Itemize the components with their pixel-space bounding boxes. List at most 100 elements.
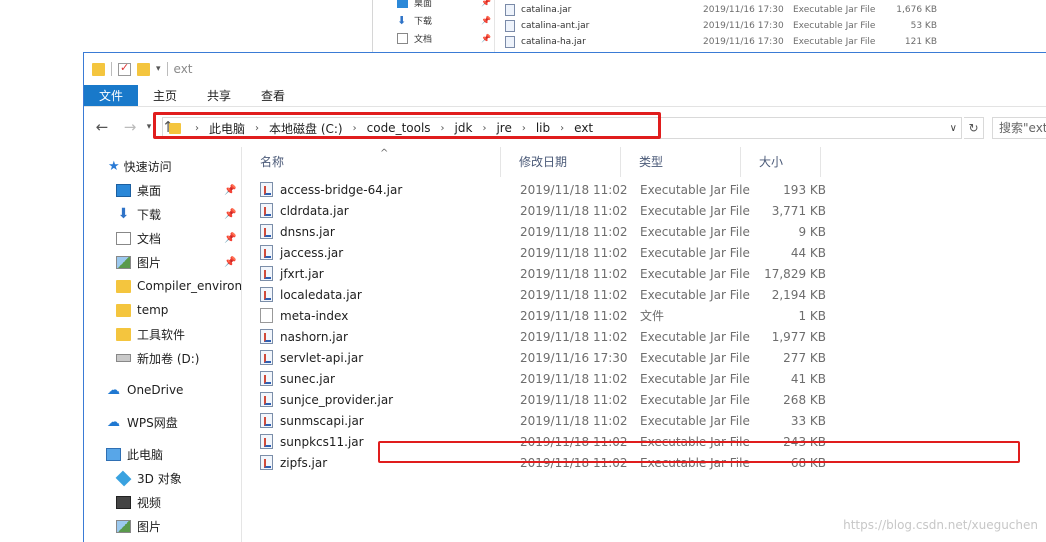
bg-nav-desktop[interactable]: 桌面 📌 [397,0,491,10]
bg-nav-download[interactable]: ⬇ 下载 📌 [397,12,491,28]
breadcrumb-code-tools[interactable]: code_tools [363,121,435,135]
table-row[interactable]: jfxrt.jar 2019/11/18 11:02 Executable Jar … [242,263,1042,284]
file-size: 193 KB [783,182,826,197]
new-folder-icon[interactable] [137,62,150,76]
breadcrumb-jre[interactable]: jre [492,121,515,135]
bg-nav-documents[interactable]: 文档 📌 [397,30,491,46]
table-row[interactable]: localedata.jar 2019/11/18 11:02 Executable… [242,284,1042,305]
explorer-window: ▾ ext 文件 主页 共享 查看 ← → ▾ ↑ › 此电脑 › 本地磁盘 (… [83,52,1046,542]
jar-file-icon [260,434,273,449]
bg-file-size: 1,676 KB [896,5,937,15]
table-row[interactable]: meta-index 2019/11/18 11:02 文件 1 KB [242,305,1042,326]
chevron-right-icon[interactable]: › [476,123,492,134]
document-icon [397,32,408,44]
table-row[interactable]: cldrdata.jar 2019/11/18 11:02 Executable J… [242,200,1042,221]
nav-label: 快速访问 [123,159,172,174]
tab-file[interactable]: 文件 [84,85,138,106]
nav-this-pc[interactable]: 此电脑 [106,443,163,465]
chevron-right-icon[interactable]: › [435,123,451,134]
chevron-right-icon[interactable]: › [516,123,532,134]
refresh-icon[interactable]: ↻ [964,117,984,139]
breadcrumb-this-pc[interactable]: 此电脑 [205,120,249,137]
table-row[interactable]: sunmscapi.jar 2019/11/18 11:02 Executable … [242,410,1042,431]
nav-pictures[interactable]: 图片 📌 [116,251,236,273]
customize-toolbar-icon[interactable]: ▾ [156,64,161,74]
nav-tools[interactable]: 工具软件 [116,323,185,345]
file-date: 2019/11/18 11:02 [520,371,628,386]
nav-pictures-pc[interactable]: 图片 [116,515,161,537]
bg-file-date: 2019/11/16 17:30 [703,5,784,15]
pin-icon: 📌 [224,184,237,196]
chevron-right-icon[interactable]: › [189,123,205,134]
jar-file-icon [260,245,273,260]
bg-nav-label: 文档 [414,34,433,45]
nav-quick-access[interactable]: ★ 快速访问 [108,155,172,177]
breadcrumb-jdk[interactable]: jdk [451,121,477,135]
file-name-cell: sunec.jar [260,371,335,386]
pin-icon: 📌 [481,15,491,25]
bg-file-row[interactable]: catalina-ant.jar 2019/11/16 17:30 Execut… [505,18,1045,34]
nav-label: OneDrive [127,383,184,397]
bg-file-name: catalina-ha.jar [521,37,586,47]
table-row[interactable]: jaccess.jar 2019/11/18 11:02 Executable Ja… [242,242,1042,263]
nav-downloads[interactable]: ⬇ 下载 📌 [116,203,237,225]
watermark: https://blog.csdn.net/xueguchen [843,518,1038,532]
column-date[interactable]: 修改日期 [501,147,621,177]
tab-share[interactable]: 共享 [192,85,246,106]
back-arrow-icon[interactable]: ← [88,118,116,136]
bg-file-date: 2019/11/16 17:30 [703,21,784,31]
chevron-right-icon[interactable]: › [554,123,570,134]
breadcrumb-local-disk[interactable]: 本地磁盘 (C:) [265,120,347,137]
breadcrumb-lib[interactable]: lib [532,121,554,135]
content-area: ★ 快速访问 桌面 📌 ⬇ 下载 📌 文档 📌 图片 📌 Compiler_en… [84,147,1046,542]
breadcrumb-ext[interactable]: ext [570,121,597,135]
file-date: 2019/11/18 11:02 [520,287,628,302]
column-size[interactable]: 大小 [741,147,821,177]
bg-file-row[interactable]: catalina-ha.jar 2019/11/16 17:30 Executa… [505,34,1045,50]
folder-icon [116,303,131,317]
table-row[interactable]: zipfs.jar 2019/11/18 11:02 Executable Jar … [242,452,1042,473]
jar-file-icon [260,203,273,218]
nav-wps-drive[interactable]: ☁ WPS网盘 [106,411,178,433]
column-name[interactable]: ^ 名称 [242,147,501,177]
nav-label: 桌面 [137,183,162,198]
table-row[interactable]: sunpkcs11.jar 2019/11/18 11:02 Executable … [242,431,1042,452]
forward-arrow-icon[interactable]: → [116,118,144,136]
nav-onedrive[interactable]: ☁ OneDrive [106,379,183,401]
table-row[interactable]: nashorn.jar 2019/11/18 11:02 Executable Ja… [242,326,1042,347]
file-name-cell: sunpkcs11.jar [260,434,364,449]
nav-temp[interactable]: temp [116,299,168,321]
table-row[interactable]: access-bridge-64.jar 2019/11/18 11:02 Exec… [242,179,1042,200]
column-type[interactable]: 类型 [621,147,741,177]
nav-videos[interactable]: 视频 [116,491,161,513]
table-row[interactable]: dnsns.jar 2019/11/18 11:02 Executable Jar … [242,221,1042,242]
tab-view[interactable]: 查看 [246,85,300,106]
chevron-right-icon[interactable]: › [249,123,265,134]
search-input[interactable]: 搜索"ext" [992,117,1046,139]
nav-compiler-environment[interactable]: Compiler_environment [116,275,241,297]
divider [166,62,168,76]
address-bar[interactable]: › 此电脑 › 本地磁盘 (C:) › code_tools › jdk › j… [162,117,962,139]
chevron-right-icon[interactable]: › [347,123,363,134]
nav-desktop[interactable]: 桌面 📌 [116,179,236,201]
file-type: Executable Jar File [640,245,750,260]
nav-label: 新加卷 (D:) [137,351,200,366]
file-name: sunec.jar [280,371,335,386]
properties-icon[interactable] [118,61,131,76]
column-label: 大小 [759,155,784,169]
chevron-down-icon[interactable]: ∨ [950,123,957,134]
tab-home[interactable]: 主页 [138,85,192,106]
file-type: Executable Jar File [640,455,750,470]
table-row[interactable]: sunec.jar 2019/11/18 11:02 Executable Jar … [242,368,1042,389]
ribbon-tabs: 文件 主页 共享 查看 [84,85,1046,107]
table-row[interactable]: servlet-api.jar 2019/11/16 17:30 Executabl… [242,347,1042,368]
file-type: Executable Jar File [640,224,750,239]
recent-locations-icon[interactable]: ▾ [144,122,154,132]
table-row[interactable]: sunjce_provider.jar 2019/11/18 11:02 Execu… [242,389,1042,410]
nav-documents[interactable]: 文档 📌 [116,227,236,249]
nav-3d-objects[interactable]: 3D 对象 [115,467,182,489]
column-label: 修改日期 [519,155,568,169]
bg-file-row[interactable]: catalina.jar 2019/11/16 17:30 Executable… [505,2,1045,18]
file-name-cell: meta-index [260,308,348,323]
nav-drive-d[interactable]: 新加卷 (D:) [116,347,199,369]
